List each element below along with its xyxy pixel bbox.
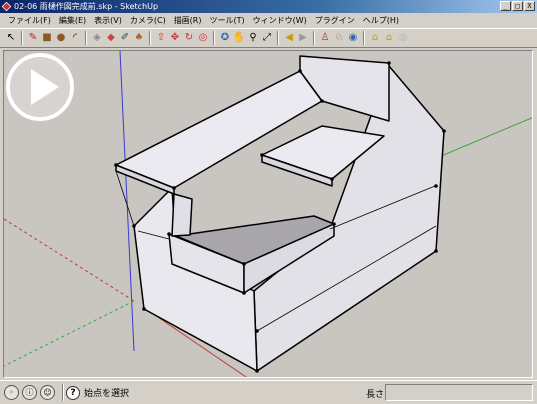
- status-message: 始点を選択: [84, 389, 130, 399]
- tape-measure-button[interactable]: ✐: [118, 31, 132, 46]
- make-component-button[interactable]: ◈: [90, 31, 104, 46]
- pencil-icon: ✎: [28, 32, 38, 43]
- share-model-button[interactable]: ⌂: [382, 31, 396, 46]
- select-tool-button[interactable]: ↖: [4, 31, 18, 46]
- make-component-icon: ◈: [93, 32, 101, 43]
- maximize-button[interactable]: □: [512, 1, 523, 11]
- help-icon[interactable]: ?: [66, 385, 80, 400]
- menu-tools[interactable]: ツール(T): [206, 15, 249, 26]
- menu-draw[interactable]: 描画(R): [170, 15, 206, 26]
- share-model-icon: ⌂: [385, 32, 393, 43]
- look-around-button[interactable]: ◉: [346, 31, 360, 46]
- look-around-icon: ◉: [348, 32, 358, 43]
- google-earth-button[interactable]: ◍: [396, 31, 410, 46]
- window-controls: _ □ X: [500, 1, 535, 11]
- green-axis: [433, 117, 532, 160]
- zoom-tool-button[interactable]: ⚲: [246, 31, 260, 46]
- circle-tool-button[interactable]: ●: [54, 31, 68, 46]
- menu-camera[interactable]: カメラ(C): [126, 15, 170, 26]
- length-label: 長さ: [366, 390, 385, 400]
- red-axis-dashed: [4, 218, 135, 302]
- paint-bucket-button[interactable]: ♠: [132, 31, 146, 46]
- rectangle-tool-button[interactable]: ■: [40, 31, 54, 46]
- window-title: 02-06 雨樋作図完成前.skp - SketchUp: [14, 2, 159, 11]
- zoom-extents-icon: ⤢: [263, 32, 271, 43]
- orbit-icon: ✪: [220, 32, 230, 43]
- menu-help[interactable]: ヘルプ(H): [359, 15, 403, 26]
- user-icon[interactable]: ☺: [40, 385, 55, 400]
- position-camera-button[interactable]: ♙: [318, 31, 332, 46]
- select-icon: ↖: [6, 32, 16, 43]
- eraser-tool-button[interactable]: ◆: [104, 31, 118, 46]
- move-icon: ✥: [170, 32, 180, 43]
- push-pull-icon: ⇧: [156, 32, 166, 43]
- minimize-button[interactable]: _: [500, 1, 511, 11]
- close-button[interactable]: X: [524, 1, 535, 11]
- toolbar-separator: [363, 31, 365, 45]
- green-axis-dashed: [4, 300, 135, 367]
- menu-edit[interactable]: 編集(E): [55, 15, 90, 26]
- tape-measure-icon: ✐: [120, 32, 130, 43]
- toolbar-separator: [213, 31, 215, 45]
- arc-tool-button[interactable]: ◜: [68, 31, 82, 46]
- orbit-tool-button[interactable]: ✪: [218, 31, 232, 46]
- menu-plugins[interactable]: プラグイン: [311, 15, 359, 26]
- pencil-tool-button[interactable]: ✎: [26, 31, 40, 46]
- get-models-icon: ⌂: [371, 32, 379, 43]
- menu-view[interactable]: 表示(V): [90, 15, 126, 26]
- next-view-icon: ▶: [299, 32, 307, 43]
- rectangle-icon: ■: [42, 32, 52, 43]
- model-viewport[interactable]: [3, 50, 533, 378]
- gable-face: [299, 55, 390, 122]
- offset-tool-button[interactable]: ◎: [196, 31, 210, 46]
- zoom-extents-button[interactable]: ⤢: [260, 31, 274, 46]
- offset-icon: ◎: [198, 32, 208, 43]
- toolbar-separator: [277, 31, 279, 45]
- zoom-icon: ⚲: [249, 32, 257, 43]
- building-model: [115, 55, 445, 372]
- status-bar: ◦ ⓘ ☺ ? 始点を選択 長さ: [0, 380, 537, 404]
- paint-bucket-icon: ♠: [134, 32, 144, 43]
- sketchup-app-icon: [1, 1, 12, 12]
- status-divider: [62, 384, 64, 401]
- length-input[interactable]: [385, 384, 533, 401]
- blue-axis: [119, 51, 135, 352]
- google-earth-icon: ◍: [398, 32, 408, 43]
- geo-location-icon[interactable]: ◦: [4, 385, 19, 400]
- menu-bar: ファイル(F) 編集(E) 表示(V) カメラ(C) 描画(R) ツール(T) …: [0, 13, 537, 28]
- main-toolbar: ↖ ✎ ■ ● ◜ ◈ ◆ ✐ ♠ ⇧ ✥ ↻ ◎ ✪ ✋ ⚲ ⤢ ◀ ▶ ♙ …: [0, 28, 537, 48]
- toolbar-separator: [21, 31, 23, 45]
- position-camera-icon: ♙: [320, 32, 330, 43]
- title-bar: 02-06 雨樋作図完成前.skp - SketchUp _ □ X: [0, 0, 537, 13]
- toolbar-separator: [149, 31, 151, 45]
- pan-icon: ✋: [232, 32, 246, 43]
- walk-icon: ♘: [334, 32, 344, 43]
- left-notch-face: [171, 193, 193, 237]
- toolbar-separator: [85, 31, 87, 45]
- credits-icon[interactable]: ⓘ: [22, 385, 37, 400]
- arc-icon: ◜: [73, 32, 77, 43]
- previous-view-icon: ◀: [285, 32, 293, 43]
- move-tool-button[interactable]: ✥: [168, 31, 182, 46]
- get-models-button[interactable]: ⌂: [368, 31, 382, 46]
- rotate-tool-button[interactable]: ↻: [182, 31, 196, 46]
- walk-tool-button[interactable]: ♘: [332, 31, 346, 46]
- play-icon[interactable]: [4, 51, 76, 123]
- menu-window[interactable]: ウィンドウ(W): [249, 15, 311, 26]
- menu-file[interactable]: ファイル(F): [4, 15, 55, 26]
- eraser-icon: ◆: [107, 32, 115, 43]
- push-pull-button[interactable]: ⇧: [154, 31, 168, 46]
- next-view-button[interactable]: ▶: [296, 31, 310, 46]
- circle-icon: ●: [56, 32, 66, 43]
- pan-tool-button[interactable]: ✋: [232, 31, 246, 46]
- model-drawing: [4, 51, 532, 377]
- previous-view-button[interactable]: ◀: [282, 31, 296, 46]
- toolbar-separator: [313, 31, 315, 45]
- rotate-icon: ↻: [184, 32, 194, 43]
